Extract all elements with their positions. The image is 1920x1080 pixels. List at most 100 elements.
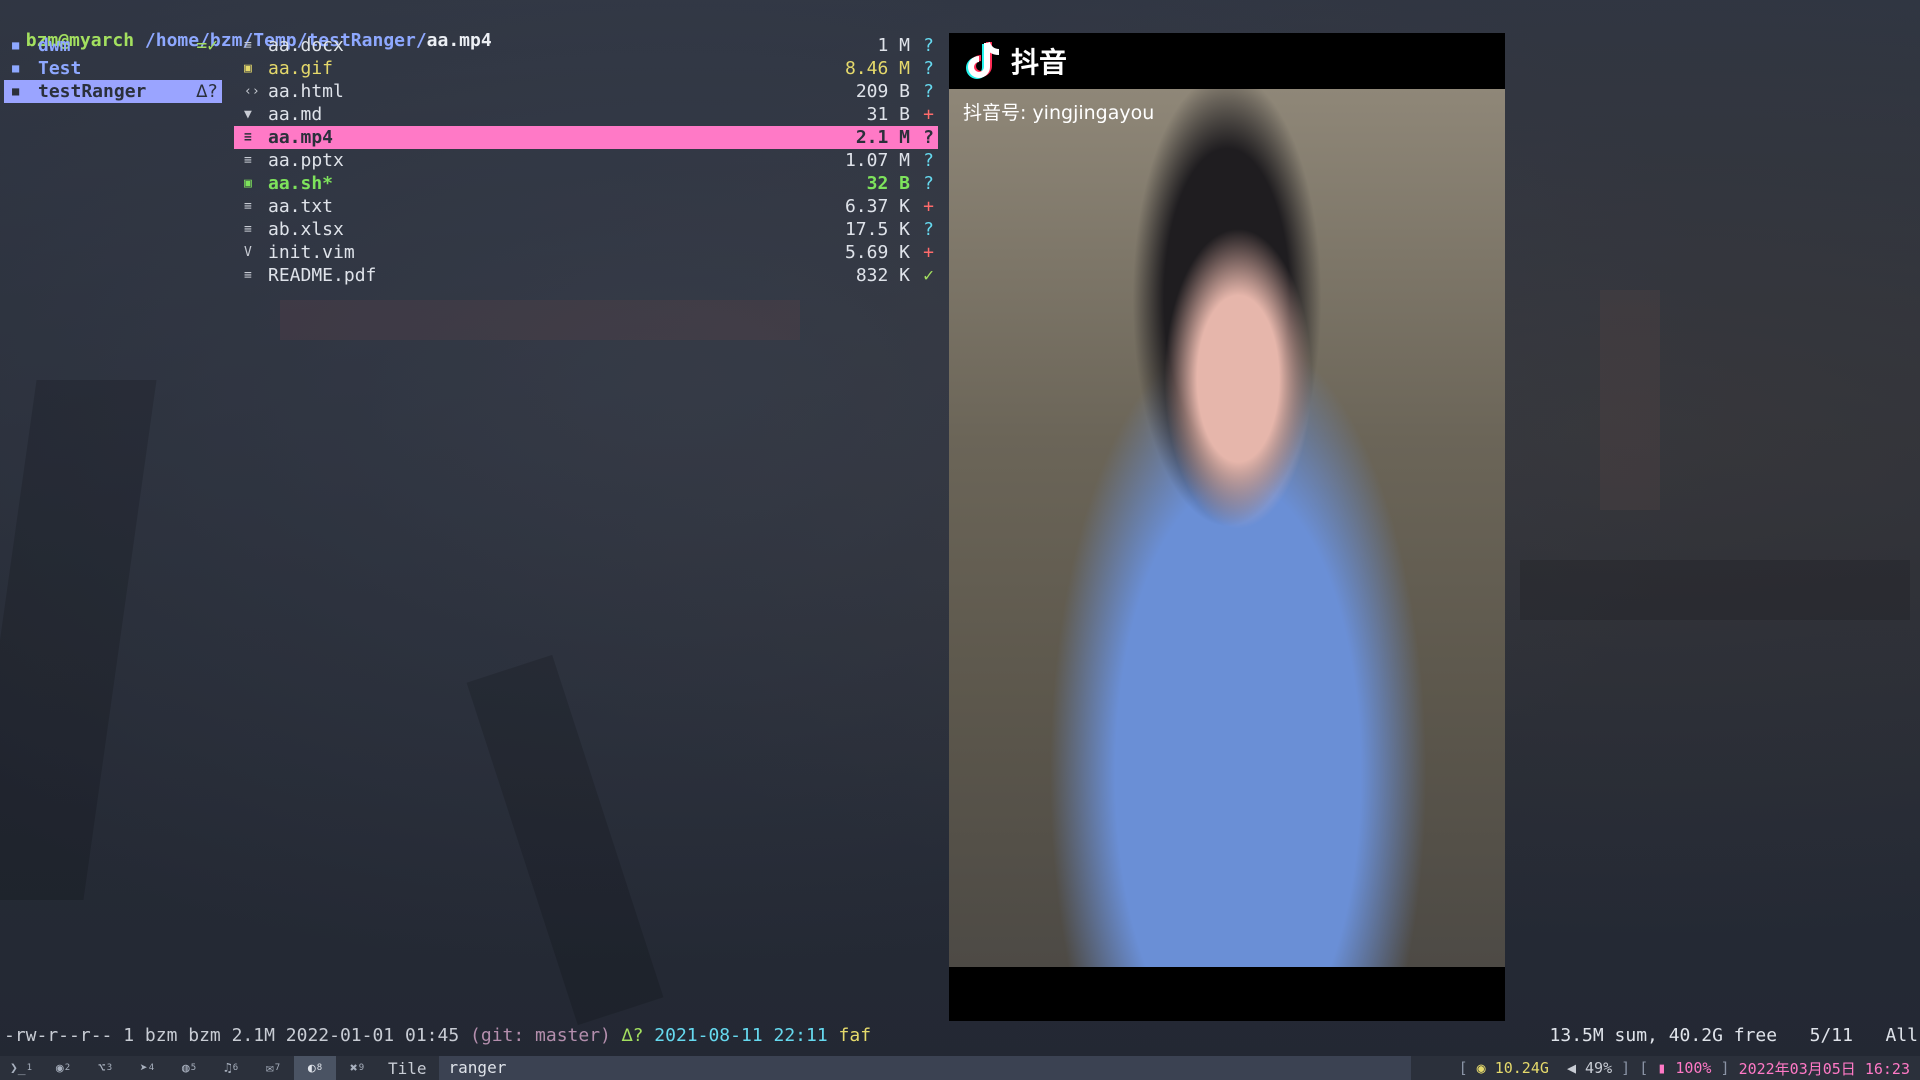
git-status: ? (923, 35, 934, 56)
git-status: + (923, 242, 934, 263)
file-row-aa-mp4[interactable]: ≡ aa.mp4 2.1 M ? (234, 126, 938, 149)
tag-number: 5 (190, 1063, 197, 1073)
git-commit-message: faf (838, 1024, 872, 1046)
workspace-tag-2[interactable]: ◉ 2 (42, 1056, 84, 1080)
file-position: 5/11 (1809, 1024, 1853, 1046)
git-status: ? (923, 81, 934, 102)
workspace-tag-5[interactable]: ◍ 5 (168, 1056, 210, 1080)
file-row-aa-html[interactable]: ‹› aa.html 209 B ? (234, 80, 938, 103)
git-status: ? (923, 58, 934, 79)
git-status-summary: ∆? (621, 1024, 644, 1046)
file-size: 31 B (866, 104, 910, 125)
tag-number: 1 (26, 1063, 33, 1073)
file-name: README.pdf (268, 265, 377, 286)
tool-icon: ✖ (349, 1060, 358, 1076)
document-icon: ≡ (244, 38, 252, 53)
window-title[interactable]: ranger (438, 1056, 1411, 1080)
file-name: aa.sh* (268, 173, 334, 194)
file-row-aa-txt[interactable]: ≡ aa.txt 6.37 K + (234, 195, 938, 218)
document-icon: ≡ (244, 199, 252, 214)
terminal-icon: ▣ (244, 176, 252, 191)
git-status-tag: ∆? (196, 81, 218, 102)
file-name: aa.docx (268, 35, 344, 56)
parent-item-dwm[interactable]: ■ dwm =✓ (4, 34, 222, 57)
clock: 2022年03月05日 16:23 (1738, 1059, 1910, 1078)
file-name: aa.md (268, 104, 323, 125)
tag-number: 2 (64, 1063, 71, 1073)
video-frame (949, 89, 1505, 967)
code-icon: ‹› (244, 84, 260, 99)
file-size: 209 B (855, 81, 910, 102)
file-owner-info: 1 bzm bzm 2.1M 2022-01-01 01:45 (123, 1024, 460, 1046)
file-row-aa-sh[interactable]: ▣ aa.sh* 32 B ? (234, 172, 938, 195)
workspace-tag-1[interactable]: ❯_ 1 (0, 1056, 42, 1080)
workspace-tag-8[interactable]: ◐ 8 (294, 1056, 336, 1080)
workspace-tag-6[interactable]: ♫ 6 (210, 1056, 252, 1080)
file-name: ab.xlsx (268, 219, 344, 240)
file-row-aa-gif[interactable]: ▣ aa.gif 8.46 M ? (234, 57, 938, 80)
chrome-icon: ◉ (55, 1060, 64, 1076)
git-status: ✓ (923, 265, 934, 286)
tiktok-account-id: 抖音号: yingjingayou (963, 102, 1155, 124)
image-icon: ▣ (244, 61, 252, 76)
file-permissions: -rw-r--r-- (4, 1024, 113, 1046)
scroll-indicator: All (1885, 1024, 1918, 1046)
file-size: 5.69 K (844, 242, 910, 263)
git-status: ? (923, 127, 934, 148)
parent-item-testranger[interactable]: ■ testRanger ∆? (4, 80, 222, 103)
ghost-icon: ◐ (307, 1060, 316, 1076)
folder-icon: ■ (12, 38, 20, 52)
video-icon: ≡ (244, 130, 252, 145)
git-status: + (923, 196, 934, 217)
file-name: init.vim (268, 242, 355, 263)
document-icon: ≡ (244, 222, 252, 237)
parent-directory-column: ■ dwm =✓ ■ Test ■ testRanger ∆? (4, 34, 222, 103)
document-icon: ≡ (244, 153, 252, 168)
file-name: aa.txt (268, 196, 334, 217)
markdown-icon: ▼ (244, 107, 252, 122)
memory-icon: ◉ (1476, 1059, 1495, 1077)
file-row-aa-docx[interactable]: ≡ aa.docx 1 M ? (234, 34, 938, 57)
workspace-tag-4[interactable]: ➤ 4 (126, 1056, 168, 1080)
workspace-tag-9[interactable]: ✖ 9 (336, 1056, 378, 1080)
tag-number: 3 (106, 1063, 113, 1073)
file-size: 1.07 M (844, 150, 910, 171)
git-status: + (923, 104, 934, 125)
vim-icon: V (244, 245, 252, 260)
chat-icon: ✉ (265, 1060, 274, 1076)
file-size: 17.5 K (844, 219, 910, 240)
workspace-tag-7[interactable]: ✉ 7 (252, 1056, 294, 1080)
parent-item-label: dwm (38, 35, 71, 56)
volume-level[interactable]: 49% (1585, 1059, 1612, 1077)
disk-info: 13.5M sum, 40.2G free (1549, 1024, 1778, 1046)
battery-level: 100% (1675, 1059, 1712, 1077)
memory-usage: 10.24G (1494, 1059, 1549, 1077)
document-icon: ≡ (244, 268, 252, 283)
file-list-column: ≡ aa.docx 1 M ? ▣ aa.gif 8.46 M ? ‹› aa.… (234, 34, 938, 287)
tiktok-brand-text: 抖音 (1011, 46, 1068, 79)
layout-indicator[interactable]: Tile (388, 1059, 427, 1078)
file-row-aa-md[interactable]: ▼ aa.md 31 B + (234, 103, 938, 126)
file-size: 2.1 M (855, 127, 910, 148)
file-row-aa-pptx[interactable]: ≡ aa.pptx 1.07 M ? (234, 149, 938, 172)
dwm-status-bar: ❯_ 1 ◉ 2 ⌥ 3 ➤ 4 ◍ 5 ♫ 6 ✉ 7 ◐ 8 ✖ 9 Tile ranger … (0, 1056, 1920, 1080)
git-branch: (git: master) (470, 1024, 611, 1046)
tag-number: 8 (316, 1063, 323, 1073)
git-status: ? (923, 219, 934, 240)
file-row-readme-pdf[interactable]: ≡ README.pdf 832 K ✓ (234, 264, 938, 287)
tag-number: 9 (358, 1063, 365, 1073)
file-row-init-vim[interactable]: V init.vim 5.69 K + (234, 241, 938, 264)
workspace-tag-3[interactable]: ⌥ 3 (84, 1056, 126, 1080)
parent-item-label: Test (38, 58, 82, 79)
file-size: 1 M (877, 35, 910, 56)
folder-icon: ■ (12, 84, 20, 98)
tag-number: 4 (148, 1063, 155, 1073)
file-row-ab-xlsx[interactable]: ≡ ab.xlsx 17.5 K ? (234, 218, 938, 241)
tiktok-logo-icon (965, 40, 1005, 82)
parent-item-test[interactable]: ■ Test (4, 57, 222, 80)
system-status: [ ◉ 10.24G ◀ 49% ] [ ▮ 100% ] 2022年03月05… (1458, 1059, 1910, 1078)
git-status-tag: =✓ (196, 35, 218, 56)
file-size: 8.46 M (844, 58, 910, 79)
video-preview: 抖音 抖音号: yingjingayou (949, 33, 1505, 1021)
volume-icon: ◀ (1566, 1059, 1586, 1077)
